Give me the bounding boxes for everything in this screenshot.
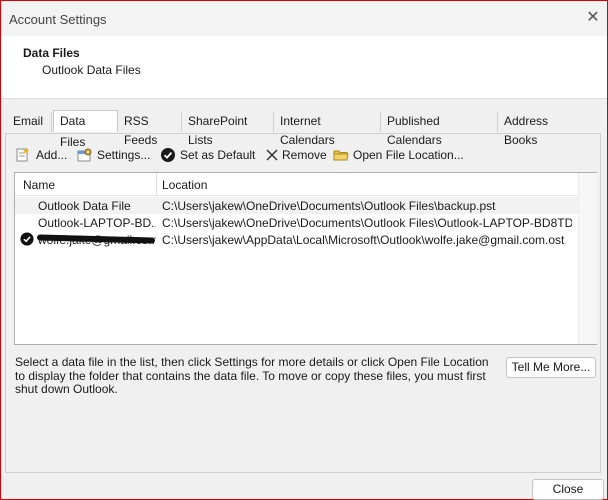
tab-email[interactable]: Email <box>7 112 52 132</box>
row-location: C:\Users\jakew\AppData\Local\Microsoft\O… <box>162 233 565 247</box>
close-window-icon[interactable]: ✕ <box>585 10 601 26</box>
add-label: Add... <box>36 148 68 162</box>
checkmark-circle-icon <box>161 148 175 162</box>
tell-me-more-button[interactable]: Tell Me More... <box>506 357 596 378</box>
table-row[interactable]: Outlook Data File C:\Users\jakew\OneDriv… <box>15 197 578 214</box>
settings-icon <box>77 148 92 162</box>
table-row[interactable]: wolfe.jake@gmail.com C:\Users\jakew\AppD… <box>15 231 578 248</box>
tab-data-files[interactable]: Data Files <box>53 110 118 149</box>
column-header-location[interactable]: Location <box>162 178 207 192</box>
add-button[interactable]: Add... <box>15 146 71 164</box>
remove-x-icon <box>266 149 278 161</box>
settings-button[interactable]: Settings... <box>77 146 155 164</box>
tab-published-calendars[interactable]: Published Calendars <box>381 112 498 147</box>
remove-button[interactable]: Remove <box>264 146 327 164</box>
row-location: C:\Users\jakew\OneDrive\Documents\Outloo… <box>162 199 496 213</box>
default-checkmark-icon <box>20 232 34 246</box>
title-bar: Account Settings ✕ <box>1 1 607 36</box>
open-file-location-button[interactable]: Open File Location... <box>333 146 464 164</box>
dialog-header: Data Files Outlook Data Files <box>1 36 607 99</box>
tab-strip: Email Data Files RSS Feeds SharePoint Li… <box>7 110 603 149</box>
settings-label: Settings... <box>97 148 151 162</box>
header-title: Data Files <box>23 46 80 60</box>
open-file-location-label: Open File Location... <box>353 148 464 162</box>
help-text: Select a data file in the list, then cli… <box>15 355 489 396</box>
folder-icon <box>333 150 349 161</box>
column-divider[interactable] <box>156 173 157 195</box>
vertical-scrollbar[interactable] <box>578 173 597 344</box>
row-location: C:\Users\jakew\OneDrive\Documents\Outloo… <box>162 216 572 230</box>
set-as-default-button[interactable]: Set as Default <box>160 146 255 164</box>
dialog-footer <box>1 475 607 499</box>
add-icon <box>16 148 29 162</box>
data-files-list[interactable]: Name Location Outlook Data File C:\Users… <box>14 172 597 345</box>
tab-sharepoint-lists[interactable]: SharePoint Lists <box>182 112 274 147</box>
set-as-default-label: Set as Default <box>180 148 256 162</box>
remove-label: Remove <box>282 148 327 162</box>
header-subtitle: Outlook Data Files <box>42 63 141 77</box>
tab-address-books[interactable]: Address Books <box>498 112 589 147</box>
account-settings-window: Account Settings ✕ Data Files Outlook Da… <box>0 0 608 500</box>
column-header-name[interactable]: Name <box>23 178 55 192</box>
row-name: Outlook-LAPTOP-BD... <box>38 216 156 230</box>
tab-internet-calendars[interactable]: Internet Calendars <box>274 112 381 147</box>
list-header: Name Location <box>15 173 578 196</box>
table-row[interactable]: Outlook-LAPTOP-BD... C:\Users\jakew\OneD… <box>15 214 578 231</box>
window-title: Account Settings <box>9 12 107 27</box>
close-button[interactable]: Close <box>532 479 604 500</box>
row-name: Outlook Data File <box>38 199 131 213</box>
tab-rss-feeds[interactable]: RSS Feeds <box>118 112 182 147</box>
